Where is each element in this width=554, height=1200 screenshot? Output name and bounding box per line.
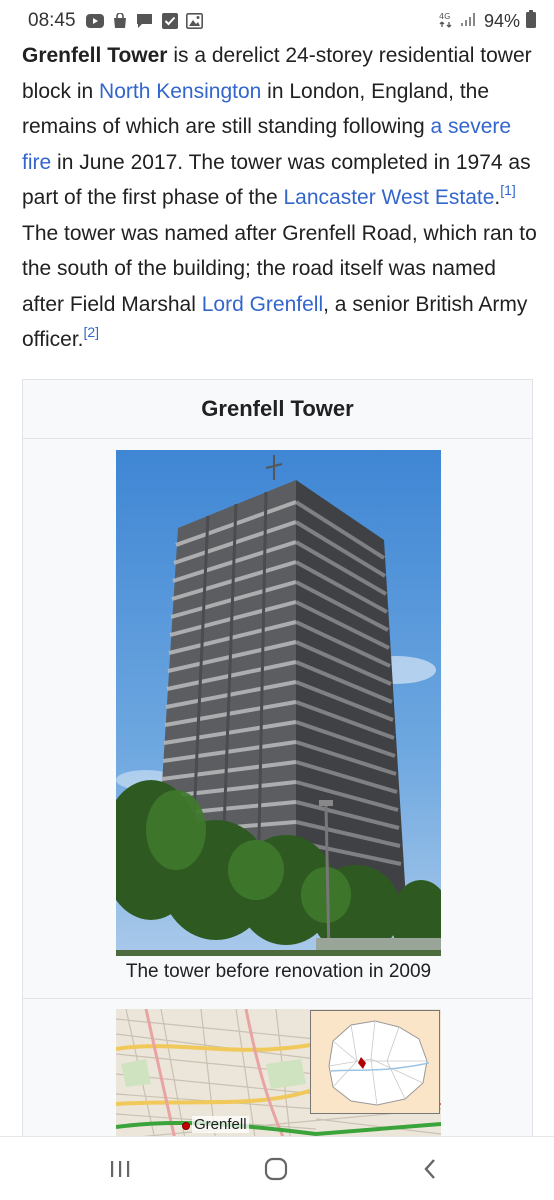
system-status: 4G 94%: [438, 9, 536, 33]
infobox-title: Grenfell Tower: [23, 380, 532, 439]
map-label: Grenfell: [192, 1116, 249, 1133]
article-subject: Grenfell Tower: [22, 44, 168, 67]
home-button[interactable]: [236, 1137, 316, 1200]
battery-icon: [526, 9, 536, 33]
reference-1[interactable]: [1]: [500, 182, 516, 198]
checkbox-icon: [161, 13, 179, 29]
infobox-divider: [23, 998, 532, 999]
link-lord-grenfell[interactable]: Lord Grenfell: [202, 293, 323, 316]
wifi-calling-icon: 4G: [438, 10, 454, 33]
signal-icon: [460, 11, 478, 32]
location-marker: [182, 1122, 190, 1130]
link-north-kensington[interactable]: North Kensington: [99, 80, 261, 103]
svg-text:4G: 4G: [439, 12, 450, 21]
message-icon: [136, 13, 154, 29]
link-lancaster-west-estate[interactable]: Lancaster West Estate: [284, 186, 495, 209]
status-bar: 08:45 4G 94%: [0, 0, 554, 42]
youtube-icon: [85, 13, 104, 29]
infobox: Grenfell Tower The tower before renovati…: [22, 379, 533, 1139]
reference-2[interactable]: [2]: [83, 324, 99, 340]
back-button[interactable]: [390, 1137, 470, 1200]
battery-percent: 94%: [483, 10, 520, 31]
recent-apps-button[interactable]: [80, 1137, 160, 1200]
tower-photo[interactable]: [116, 450, 441, 956]
navigation-bar: [0, 1136, 554, 1200]
article-intro: Grenfell Tower is a derelict 24-storey r…: [22, 38, 537, 358]
recent-apps-icon: [111, 1161, 130, 1177]
bag-icon: [111, 13, 129, 29]
back-icon: [424, 1159, 435, 1179]
photo-caption: The tower before renovation in 2009: [125, 961, 432, 982]
status-time: 08:45: [28, 10, 76, 31]
london-inset-map: [310, 1010, 440, 1114]
gallery-icon: [186, 13, 204, 29]
home-icon: [264, 1157, 288, 1181]
notification-icons: [85, 13, 204, 29]
location-map[interactable]: Grenfell: [116, 1009, 441, 1138]
